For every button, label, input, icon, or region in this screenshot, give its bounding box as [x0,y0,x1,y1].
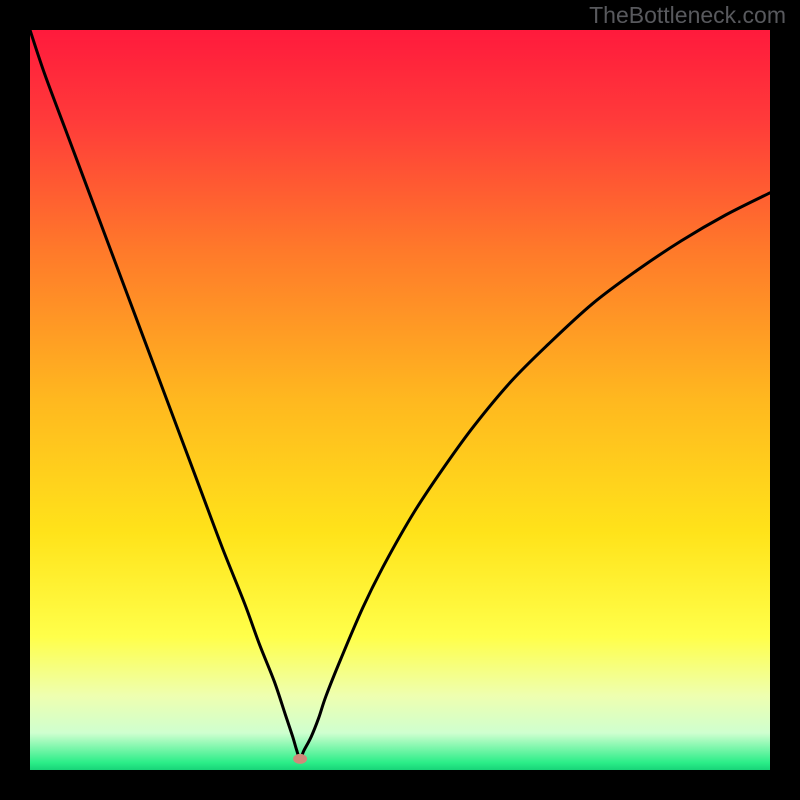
watermark-text: TheBottleneck.com [589,2,786,29]
chart-svg [30,30,770,770]
min-marker [293,754,307,764]
chart-frame: TheBottleneck.com [0,0,800,800]
plot-area [30,30,770,770]
gradient-bg [30,30,770,770]
